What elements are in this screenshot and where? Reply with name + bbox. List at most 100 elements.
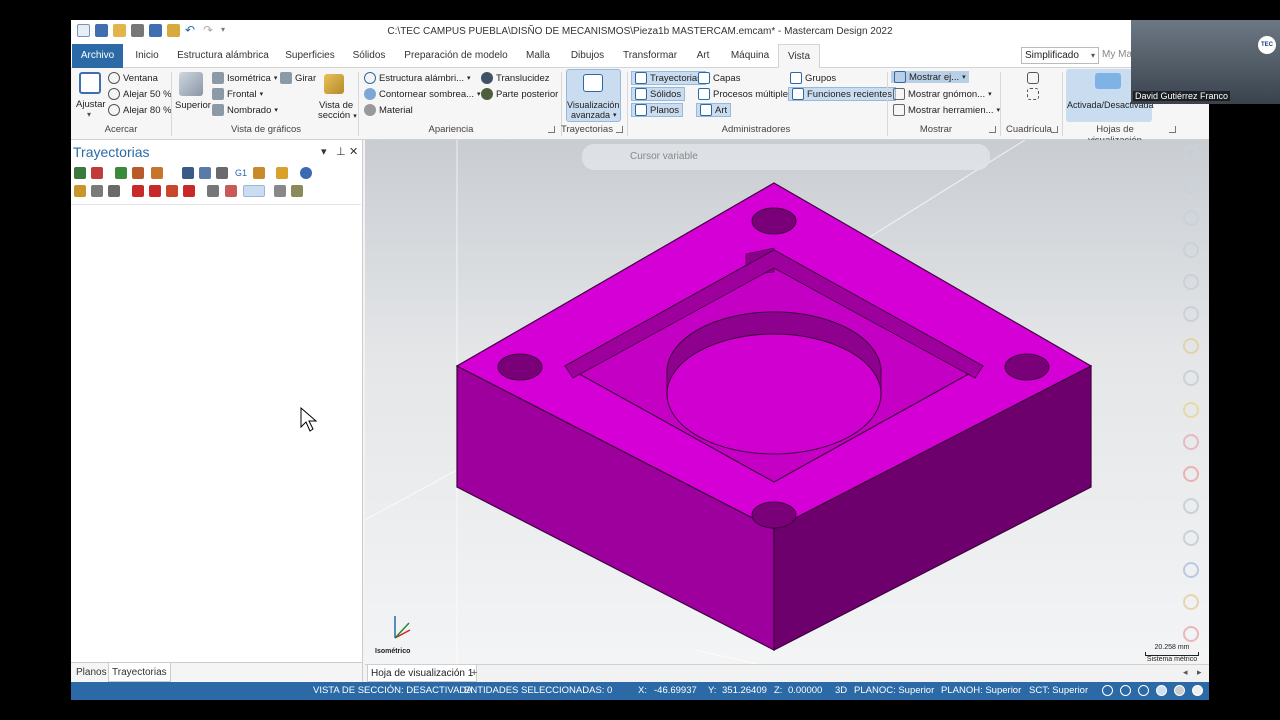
- dialog-launcher-icon[interactable]: [989, 126, 996, 133]
- floating-selection-toolbar[interactable]: Cursor variable: [582, 144, 990, 170]
- tab-malla[interactable]: Malla: [522, 44, 554, 68]
- display-selected-icon[interactable]: [207, 185, 219, 197]
- bottom-tab-planos[interactable]: Planos: [76, 667, 107, 678]
- graphics-viewport[interactable]: Cursor variable Isométrico 20.258 mm Sis…: [365, 140, 1209, 682]
- manager-solids-toggle[interactable]: Sólidos: [631, 87, 686, 101]
- rotate-button[interactable]: Girar: [280, 72, 316, 84]
- viewsheet-tab-1[interactable]: Hoja de visualización 1: [367, 665, 478, 682]
- view-tool-stop-icon[interactable]: [1183, 626, 1199, 642]
- tplane-status[interactable]: PLANOH: Superior: [941, 685, 1021, 696]
- backplot-icon[interactable]: [182, 167, 194, 179]
- grid-show-icon[interactable]: [1027, 88, 1039, 100]
- regenerate-dirty-icon[interactable]: [132, 167, 144, 179]
- zoom-out-80-button[interactable]: Alejar 80 %: [108, 104, 172, 116]
- wireframe-button[interactable]: Estructura alámbri... ▾: [364, 72, 471, 84]
- options-icon[interactable]: [291, 185, 303, 197]
- view-tool-xform-icon[interactable]: [1183, 530, 1199, 546]
- sphere-shade-icon[interactable]: [1138, 685, 1149, 696]
- sphere-light-icon[interactable]: [1192, 685, 1203, 696]
- dialog-launcher-icon[interactable]: [616, 126, 623, 133]
- g1-post-icon[interactable]: G1: [235, 167, 247, 179]
- tab-estructura-alambrica[interactable]: Estructura alámbrica: [175, 44, 271, 68]
- fit-icon[interactable]: [79, 72, 101, 94]
- globe-icon[interactable]: [1102, 685, 1113, 696]
- regenerate-icon[interactable]: [115, 167, 127, 179]
- highfeed-icon[interactable]: [276, 167, 288, 179]
- manager-multithreading-toggle[interactable]: Procesos múltiples: [698, 88, 793, 100]
- workspace-select[interactable]: Simplificado ▾: [1021, 47, 1099, 64]
- top-view-button[interactable]: Superior: [175, 100, 211, 111]
- lock-icon[interactable]: [74, 185, 86, 197]
- zoom-out-50-button[interactable]: Alejar 50 %: [108, 88, 172, 100]
- panel-menu-icon[interactable]: ▾: [321, 145, 327, 158]
- view-tool-bar-icon[interactable]: [1183, 498, 1199, 514]
- part-3d-view[interactable]: [365, 140, 1209, 682]
- show-gnomon-button[interactable]: Mostrar gnómon... ▾: [893, 88, 992, 100]
- insert-arrow-icon[interactable]: [166, 185, 178, 197]
- post-process-icon[interactable]: [253, 167, 265, 179]
- globe-wire-icon[interactable]: [1120, 685, 1131, 696]
- toggle-display-icon[interactable]: [91, 185, 103, 197]
- dialog-launcher-icon[interactable]: [1169, 126, 1176, 133]
- show-tool-button[interactable]: Mostrar herramien... ▾: [893, 104, 1000, 116]
- scroll-insert-icon[interactable]: [183, 185, 195, 197]
- help-icon[interactable]: [300, 167, 312, 179]
- view-tool-plus-icon[interactable]: [1183, 146, 1199, 162]
- section-view-button[interactable]: sección ▾: [318, 110, 357, 121]
- select-all-icon[interactable]: [74, 167, 86, 179]
- view-tool-dimension-icon[interactable]: [1183, 306, 1199, 322]
- move-down-icon[interactable]: [132, 185, 144, 197]
- sphere-gray-icon[interactable]: [1174, 685, 1185, 696]
- section-view-icon[interactable]: [324, 74, 344, 94]
- mounting-hole-top[interactable]: [751, 207, 797, 235]
- view-tool-color-icon[interactable]: [1183, 402, 1199, 418]
- display-all-icon[interactable]: [225, 185, 237, 197]
- tab-inicio[interactable]: Inicio: [129, 44, 165, 68]
- shaded-button[interactable]: Contornear sombrea... ▾: [364, 88, 481, 100]
- mounting-hole-left[interactable]: [497, 353, 543, 381]
- view-tool-circle-icon[interactable]: [1183, 210, 1199, 226]
- tab-preparacion-modelo[interactable]: Preparación de modelo: [401, 44, 511, 68]
- add-viewsheet-icon[interactable]: +: [471, 667, 477, 679]
- view-tool-settings-icon[interactable]: [1183, 594, 1199, 610]
- grid-snap-icon[interactable]: [1027, 72, 1039, 84]
- zoom-window-button[interactable]: Ventana: [108, 72, 158, 84]
- show-axes-button[interactable]: Mostrar ej... ▾: [891, 71, 969, 83]
- tab-art[interactable]: Art: [691, 44, 715, 68]
- view-tool-solid-icon[interactable]: [1183, 338, 1199, 354]
- chevron-down-icon[interactable]: ▾: [87, 110, 91, 119]
- view-tool-analyze-icon[interactable]: [1183, 370, 1199, 386]
- mounting-hole-bottom[interactable]: [751, 501, 797, 529]
- simulator-icon[interactable]: [216, 167, 228, 179]
- view-tool-rect-icon[interactable]: [1183, 274, 1199, 290]
- deselect-icon[interactable]: [91, 167, 103, 179]
- verify-icon[interactable]: [199, 167, 211, 179]
- manager-levels-toggle[interactable]: Capas: [698, 72, 740, 84]
- tab-dibujos[interactable]: Dibujos: [565, 44, 610, 68]
- named-view-button[interactable]: Nombrado ▾: [212, 104, 278, 116]
- front-view-button[interactable]: Frontal ▾: [212, 88, 263, 100]
- move-up-icon[interactable]: [149, 185, 161, 197]
- sort-icon[interactable]: [274, 185, 286, 197]
- isometric-button[interactable]: Isométrica ▾: [212, 72, 277, 84]
- manager-art-toggle[interactable]: Art: [696, 103, 732, 117]
- wcs-status[interactable]: SCT: Superior: [1029, 685, 1088, 696]
- tab-maquina[interactable]: Máquina: [726, 44, 774, 68]
- dialog-launcher-icon[interactable]: [1051, 126, 1058, 133]
- sphere-solid-icon[interactable]: [1156, 685, 1167, 696]
- tab-solidos[interactable]: Sólidos: [349, 44, 389, 68]
- pin-icon[interactable]: ⊥: [336, 145, 346, 158]
- backside-button[interactable]: Parte posterior: [481, 88, 558, 100]
- manager-planes-toggle[interactable]: Planos: [631, 103, 684, 117]
- tab-archivo[interactable]: Archivo: [72, 44, 123, 68]
- scroll-left-icon[interactable]: ◂: [1183, 667, 1188, 678]
- dialog-launcher-icon[interactable]: [548, 126, 555, 133]
- filter-dropdown-icon[interactable]: [243, 185, 265, 197]
- view-tool-delete-icon[interactable]: [1183, 466, 1199, 482]
- toggle-post-icon[interactable]: [108, 185, 120, 197]
- view-tool-spline-icon[interactable]: [1183, 242, 1199, 258]
- mode-3d-toggle[interactable]: 3D: [835, 685, 847, 696]
- cplane-status[interactable]: PLANOC: Superior: [854, 685, 934, 696]
- mounting-hole-right[interactable]: [1004, 353, 1050, 381]
- view-tool-line-icon[interactable]: [1183, 178, 1199, 194]
